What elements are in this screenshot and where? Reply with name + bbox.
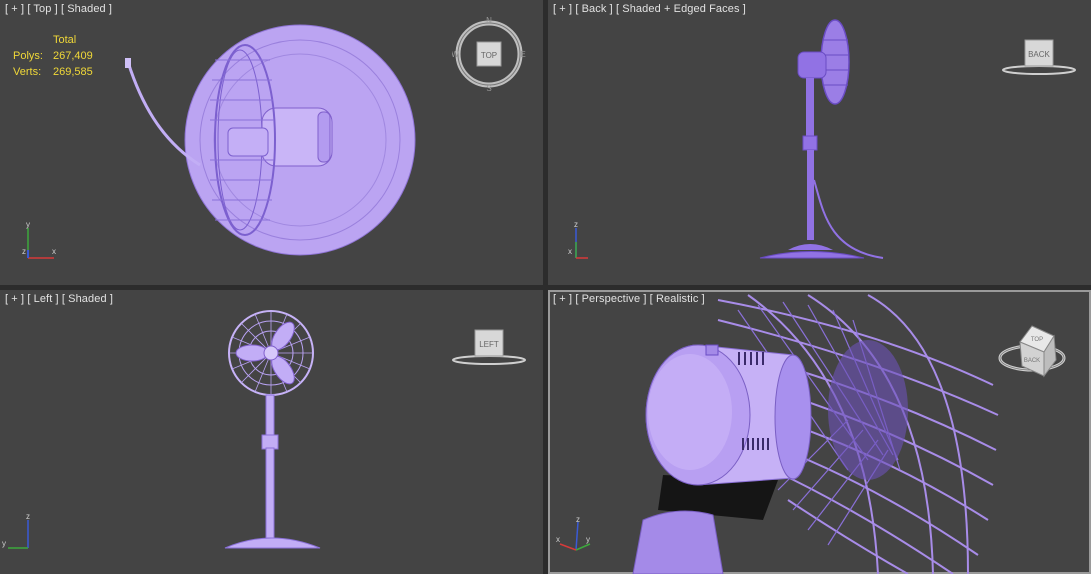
axis-tripod: y x z bbox=[22, 220, 56, 259]
viewcube-face-label: BACK bbox=[1028, 50, 1050, 59]
viewport-label-perspective: [ + ] [ Perspective ] [ Realistic ] bbox=[553, 293, 705, 305]
viewport-view-menu[interactable]: [ Top ] bbox=[27, 3, 57, 15]
viewcube-top-label: TOP bbox=[1031, 337, 1043, 343]
viewcube-front-label: BACK bbox=[1024, 358, 1040, 364]
viewport-plus-menu[interactable]: [ + ] bbox=[553, 293, 572, 305]
viewport-top[interactable]: [ + ] [ Top ] [ Shaded ] Total Polys: 26… bbox=[0, 0, 543, 285]
compass-north: N bbox=[486, 16, 492, 25]
viewport-grid: [ + ] [ Top ] [ Shaded ] Total Polys: 26… bbox=[0, 0, 1091, 574]
axis-x-label: x bbox=[52, 247, 56, 256]
viewport-label-back: [ + ] [ Back ] [ Shaded + Edged Faces ] bbox=[553, 3, 746, 15]
viewcube-face-label: LEFT bbox=[479, 340, 499, 349]
axis-z-label: z bbox=[574, 220, 578, 229]
viewport-shading-menu[interactable]: [ Shaded + Edged Faces ] bbox=[616, 3, 746, 15]
viewcube-perspective[interactable]: TOP BACK bbox=[996, 318, 1076, 388]
viewport-back[interactable]: [ + ] [ Back ] [ Shaded + Edged Faces ] … bbox=[548, 0, 1091, 285]
axis-x-label: x bbox=[568, 247, 572, 256]
viewport-view-menu[interactable]: [ Left ] bbox=[27, 293, 58, 305]
axis-z-label: z bbox=[22, 247, 26, 256]
viewport-left[interactable]: [ + ] [ Left ] [ Shaded ] LEFT z y bbox=[0, 290, 543, 574]
axis-z-label: z bbox=[576, 516, 580, 524]
axis-y-label: y bbox=[586, 535, 590, 544]
verts-label: Verts: bbox=[13, 66, 42, 78]
axis-tripod: z x bbox=[568, 220, 588, 259]
viewport-view-menu[interactable]: [ Back ] bbox=[575, 3, 612, 15]
viewport-shading-menu[interactable]: [ Shaded ] bbox=[61, 3, 112, 15]
compass-east: E bbox=[520, 50, 525, 59]
axis-x-label: x bbox=[556, 535, 560, 544]
viewport-plus-menu[interactable]: [ + ] bbox=[5, 293, 24, 305]
viewcube-face-label: TOP bbox=[481, 51, 497, 60]
axis-y-label: y bbox=[2, 539, 6, 548]
viewport-shading-menu[interactable]: [ Realistic ] bbox=[650, 293, 705, 305]
statistics-overlay: Total Polys: 267,409 Verts: 269,585 bbox=[13, 32, 93, 80]
viewport-perspective[interactable]: [ + ] [ Perspective ] [ Realistic ] TOP … bbox=[548, 290, 1091, 574]
axis-y-label: y bbox=[26, 220, 30, 229]
viewport-label-left: [ + ] [ Left ] [ Shaded ] bbox=[5, 293, 113, 305]
viewport-shading-menu[interactable]: [ Shaded ] bbox=[62, 293, 113, 305]
axis-z-label: z bbox=[26, 512, 30, 521]
stats-header: Total bbox=[53, 34, 77, 46]
compass-south: S bbox=[486, 84, 491, 91]
viewcube-top[interactable]: TOP N S E W bbox=[452, 15, 528, 91]
verts-value: 269,585 bbox=[53, 66, 93, 78]
viewcube-back[interactable]: BACK bbox=[1000, 36, 1082, 78]
polys-label: Polys: bbox=[13, 50, 43, 62]
axis-tripod: z y x bbox=[556, 516, 591, 551]
viewport-view-menu[interactable]: [ Perspective ] bbox=[575, 293, 646, 305]
axis-tripod: z y bbox=[2, 512, 30, 549]
viewport-label-top: [ + ] [ Top ] [ Shaded ] bbox=[5, 3, 112, 15]
polys-value: 267,409 bbox=[53, 50, 93, 62]
viewport-plus-menu[interactable]: [ + ] bbox=[553, 3, 572, 15]
viewport-plus-menu[interactable]: [ + ] bbox=[5, 3, 24, 15]
viewcube-left[interactable]: LEFT bbox=[450, 326, 532, 368]
compass-west: W bbox=[452, 50, 459, 59]
